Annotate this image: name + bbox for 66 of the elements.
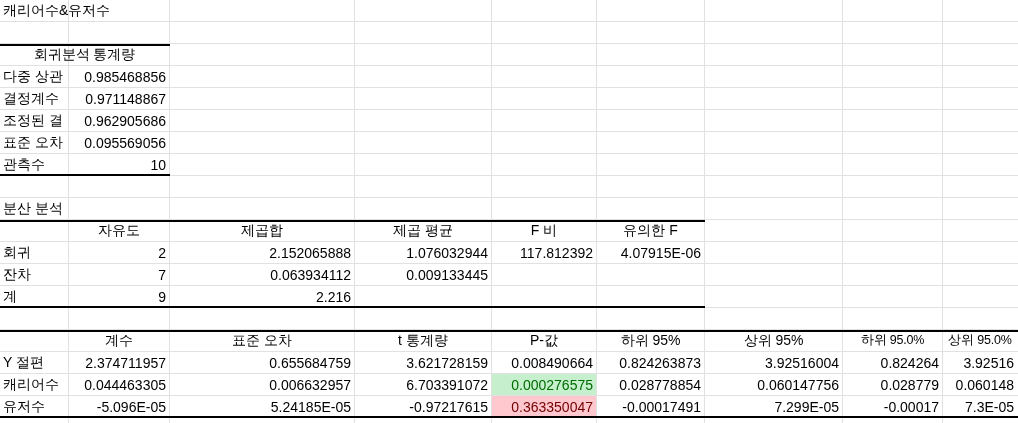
section-title: 분산 분석 (2, 198, 64, 218)
row-label: 관측수 (2, 154, 46, 174)
table-cell-text: -0.00017491 (621, 397, 702, 417)
table-cell-text: 0.060147756 (756, 375, 840, 395)
column-header: 제곱합 (240, 220, 284, 240)
table-cell-text: 10 (149, 155, 167, 175)
row-label: 계 (2, 286, 18, 306)
row-label: 표준 오차 (2, 132, 64, 152)
table-cell-text: 3.92516004 (764, 353, 840, 373)
table-cell-text: 0.008490664 (510, 353, 594, 373)
table-cell-text: 0.006632957 (268, 375, 352, 395)
row-label: 다중 상관 (2, 66, 64, 86)
table-cell-text: 117.812392 (519, 243, 594, 263)
table-cell-text: -0.00017 (882, 397, 940, 417)
table-cell: 0.363350047 (492, 396, 596, 417)
row-label: 결정계수 (2, 88, 60, 108)
table-cell-text: 0.028778854 (618, 375, 702, 395)
table-cell-text: 0.063934112 (269, 265, 352, 285)
table-cell-text: 3.92516 (962, 353, 1015, 373)
table-cell-text: 0.095569056 (83, 133, 167, 153)
table-cell-text: 0.824263873 (618, 353, 702, 373)
section-header: 회귀분석 통계량 (32, 44, 137, 64)
table-cell-text: 0.985468856 (83, 67, 167, 87)
table-cell-text: -0.97217615 (408, 397, 489, 417)
column-header: 하위 95.0% (859, 332, 926, 349)
table-cell-text: 0.009133445 (405, 265, 489, 285)
column-header: 계수 (104, 330, 134, 350)
column-header: 표준 오차 (231, 330, 293, 350)
table-cell-text: 7.3E-05 (963, 397, 1015, 417)
column-header: 제곱 평균 (392, 220, 454, 240)
column-header: P-값 (529, 330, 559, 350)
column-header: 하위 95% (619, 330, 682, 350)
row-label: 회귀 (2, 242, 32, 262)
table-cell-text: 7 (157, 265, 167, 285)
table-cell-text: 5.24185E-05 (269, 397, 352, 417)
row-label: 캐리어수 (2, 374, 60, 394)
table-cell-text: -5.096E-05 (95, 397, 167, 417)
table-cell-text: 4.07915E-06 (619, 243, 702, 263)
table-cell-text: 6.703391072 (405, 375, 489, 395)
table-cell-text: 3.621728159 (405, 353, 489, 373)
table-cell-text: 0.060148 (954, 375, 1015, 395)
column-header: 상위 95% (742, 330, 805, 350)
table-cell-text: 0.044463305 (83, 375, 167, 395)
table-cell-text: 9 (157, 287, 167, 307)
column-header: t 통계량 (397, 330, 449, 350)
row-label: 잔차 (2, 264, 32, 284)
column-header: F 비 (529, 220, 559, 240)
table-cell-text: 2 (157, 243, 167, 263)
table-cell-text: 7.299E-05 (773, 397, 840, 417)
table-cell-text: 0.655684759 (268, 353, 352, 373)
table-cell-text: 0.824264 (879, 353, 940, 373)
table-cell-text: 2.374711957 (84, 353, 167, 373)
column-header: 자유도 (97, 220, 141, 240)
table-cell-text: 2.152065888 (268, 243, 352, 263)
row-label: 유저수 (2, 396, 46, 416)
table-cell-text: 0.028779 (879, 375, 940, 395)
column-header: 유의한 F (622, 220, 679, 240)
table-cell-text: 0.971148867 (84, 89, 167, 109)
table-cell-text: 1.076032944 (405, 243, 489, 263)
table-cell-text: 2.216 (314, 287, 352, 307)
table-cell-text: 0.962905686 (83, 111, 167, 131)
sheet-title: 캐리어수&유저수 (2, 0, 112, 20)
row-label: 조정된 결 (2, 110, 64, 130)
table-cell: 0.000276575 (492, 374, 596, 395)
row-label: Y 절편 (2, 352, 45, 372)
column-header: 상위 95.0% (947, 332, 1013, 349)
